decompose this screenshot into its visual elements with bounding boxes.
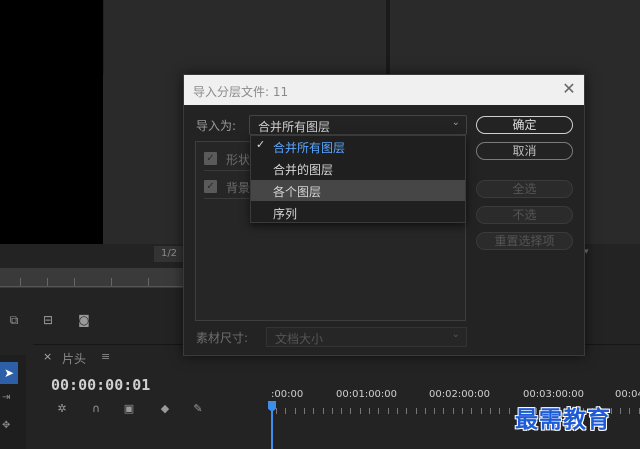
layer-label: 背景	[226, 181, 251, 195]
ruler-tick	[453, 408, 454, 414]
snap-icon[interactable]: ✲	[55, 402, 69, 416]
chevron-down-icon: ⌄	[451, 329, 460, 340]
sequence-tab[interactable]: 片头	[62, 350, 86, 367]
menu-item-label: 合并所有图层	[273, 141, 346, 155]
ruler-tick	[378, 408, 379, 414]
ruler-tick	[425, 408, 426, 414]
ruler-tick	[304, 408, 305, 414]
checkbox[interactable]: ✓	[204, 152, 217, 165]
ruler-tick	[611, 408, 612, 414]
monitor-scrubber[interactable]	[0, 268, 183, 288]
cancel-button[interactable]: 取消	[476, 142, 573, 160]
ruler-tick	[462, 408, 463, 414]
ruler-tick	[313, 408, 314, 414]
insert-icon[interactable]: ⧉	[6, 313, 22, 327]
ruler-tick	[434, 408, 435, 414]
ruler-tick	[416, 408, 417, 414]
scrubber-tick	[74, 278, 75, 286]
scrubber-tick	[20, 278, 21, 286]
ruler-tick	[350, 408, 351, 414]
select-none-button[interactable]: 不选	[476, 206, 573, 224]
ruler-tick	[360, 408, 361, 414]
scrubber-tick	[148, 278, 149, 286]
ruler-tick	[388, 408, 389, 414]
ruler-tick	[276, 408, 277, 414]
magnet-icon[interactable]: ∩	[89, 402, 103, 416]
ruler-tick	[332, 408, 333, 414]
watermark-logo: 最需教育	[515, 406, 611, 433]
ruler-tick	[471, 408, 472, 414]
menu-item-merge-all[interactable]: ✓ 合并所有图层	[251, 136, 465, 157]
checkbox[interactable]: ✓	[204, 180, 217, 193]
source-panel	[104, 0, 386, 74]
menu-item-label: 各个图层	[273, 185, 322, 199]
select-all-button[interactable]: 全选	[476, 180, 573, 198]
footage-size-value: 文档大小	[275, 332, 324, 346]
chevron-down-icon: ⌄	[451, 117, 460, 128]
menu-item-merged-layers[interactable]: 合并的图层	[251, 158, 465, 179]
dialog-title: 导入分层文件: 11	[193, 85, 289, 99]
check-icon: ✓	[256, 138, 266, 151]
wrench-icon[interactable]: ✎	[191, 402, 205, 416]
monitor-area	[103, 74, 183, 244]
footage-size-select[interactable]: 文档大小 ⌄	[266, 327, 467, 347]
dialog-titlebar[interactable]: 导入分层文件: 11 ✕	[184, 75, 584, 105]
timecode-display[interactable]: 00:00:00:01	[51, 376, 150, 394]
ruler-label: 00:01:00:00	[336, 389, 398, 400]
chevron-down-icon[interactable]: ▾	[584, 247, 600, 261]
ruler-tick	[443, 408, 444, 414]
ok-button[interactable]: 确定	[476, 116, 573, 134]
ruler-tick	[369, 408, 370, 414]
menu-item-label: 合并的图层	[273, 163, 334, 177]
ruler-label: 00:03:00:00	[523, 389, 585, 400]
overwrite-icon[interactable]: ⊟	[40, 313, 56, 327]
ruler-tick	[481, 408, 482, 414]
ruler-tick	[323, 408, 324, 414]
linked-selection-icon[interactable]: ▣	[122, 402, 136, 416]
track-select-icon[interactable]: ⇥	[2, 392, 16, 406]
menu-item-label: 序列	[273, 207, 298, 221]
ruler-tick	[620, 408, 621, 414]
close-icon[interactable]: ✕	[561, 80, 577, 98]
layer-label: 形状	[226, 153, 251, 167]
scrubber-tick	[111, 278, 112, 286]
menu-item-sequence[interactable]: 序列	[251, 202, 465, 223]
ruler-tick	[341, 408, 342, 414]
ruler-tick	[499, 408, 500, 414]
ruler-tick	[406, 408, 407, 414]
ripple-edit-icon[interactable]: ✥	[2, 420, 16, 434]
ruler-tick	[509, 408, 510, 414]
program-panel	[390, 0, 640, 74]
import-as-dropdown-menu: ✓ 合并所有图层 合并的图层 各个图层 序列	[250, 135, 466, 223]
marker-icon[interactable]: ◆	[158, 402, 172, 416]
program-monitor-left	[0, 0, 103, 244]
ruler-label: 00:04	[615, 389, 640, 400]
import-as-value: 合并所有图层	[258, 120, 331, 134]
ruler-tick	[629, 408, 630, 414]
ruler-tick	[490, 408, 491, 414]
ruler-label: :00:00	[271, 389, 304, 400]
selection-tool-icon[interactable]: ➤	[0, 362, 18, 384]
ruler-tick	[397, 408, 398, 414]
page-indicator[interactable]: 1/2	[154, 246, 184, 262]
close-icon[interactable]: ×	[43, 350, 52, 363]
import-as-select[interactable]: 合并所有图层 ⌄	[249, 115, 467, 135]
import-as-label: 导入为:	[196, 119, 237, 133]
scrubber-tick	[47, 278, 48, 286]
ruler-tick	[285, 408, 286, 414]
camera-icon[interactable]: ◙	[76, 313, 92, 327]
monitor-area-right	[585, 74, 640, 244]
ruler-label: 00:02:00:00	[429, 389, 491, 400]
menu-icon[interactable]: ≡	[101, 350, 110, 363]
menu-item-individual-layers[interactable]: 各个图层	[251, 180, 465, 201]
playhead-line	[271, 411, 273, 449]
reset-selection-button[interactable]: 重置选择项	[476, 232, 573, 250]
scrubber-line	[0, 286, 183, 287]
footage-size-label: 素材尺寸:	[196, 331, 249, 345]
ruler-tick	[295, 408, 296, 414]
